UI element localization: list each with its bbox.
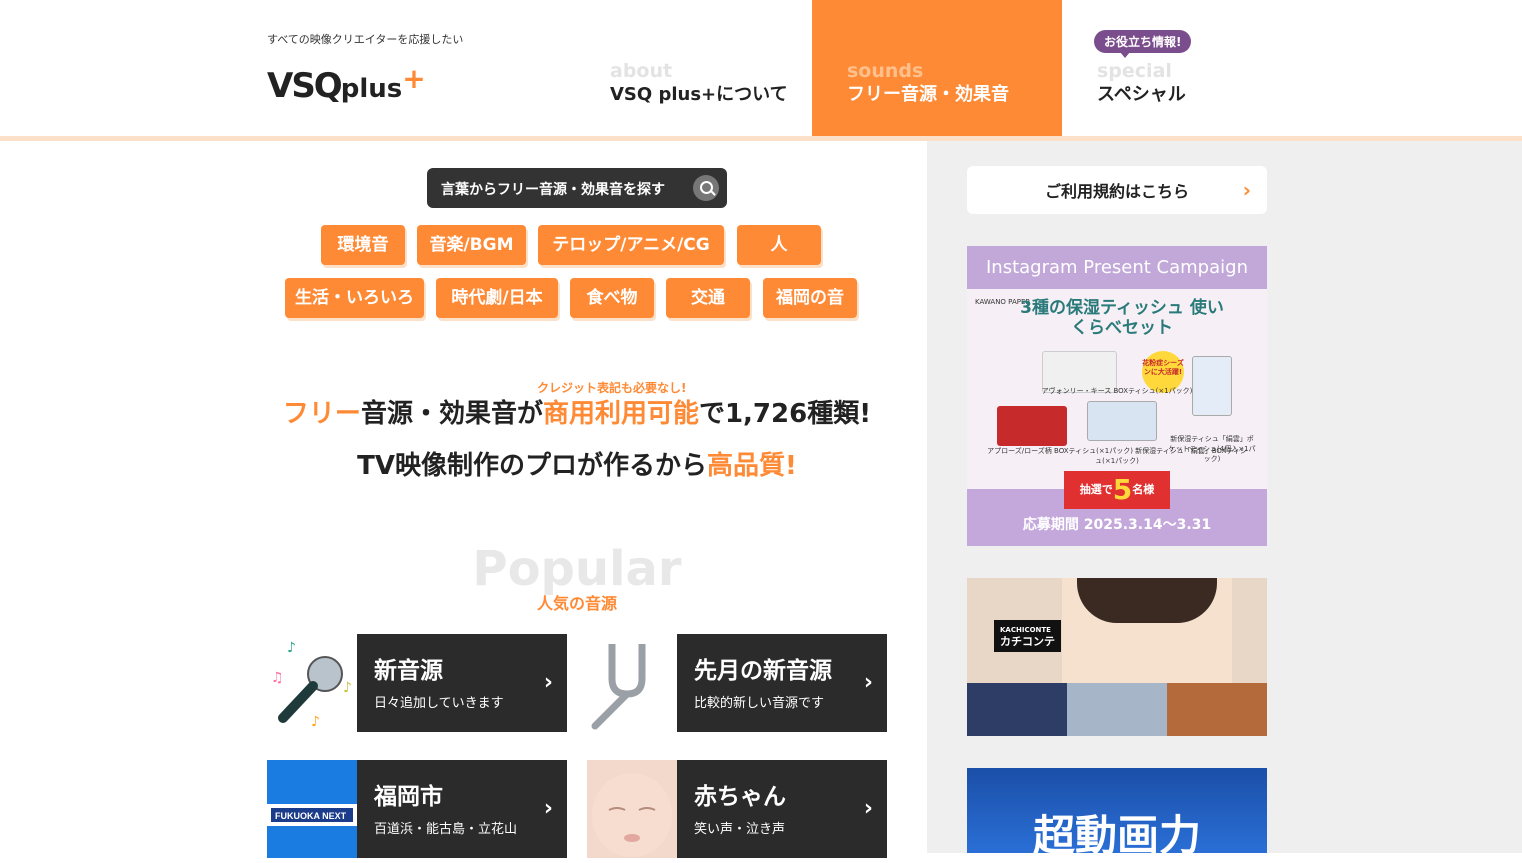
category-food[interactable]: 食べ物 xyxy=(570,278,654,318)
svg-text:♫: ♫ xyxy=(271,670,284,686)
manga-panels xyxy=(967,683,1267,736)
svg-text:♪: ♪ xyxy=(311,714,320,730)
ad1-caption: 新保湿ティシュ「絹雲」ポケットティシュ(4個入×1パック) xyxy=(1168,435,1256,463)
kachiconte-banner[interactable]: KACHICONTE カチコンテ xyxy=(967,578,1267,736)
special-badge: お役立ち情報! xyxy=(1094,30,1192,58)
card-body: 先月の新音源 比較的新しい音源です › xyxy=(677,634,887,732)
category-transport[interactable]: 交通 xyxy=(666,278,750,318)
manga-panel-image xyxy=(1067,683,1167,736)
tagline: すべての映像クリエイターを応援したい xyxy=(267,33,464,46)
card-new-sounds[interactable]: ♪ ♫ ♪ ♪ 新音源 日々追加していきます › xyxy=(267,634,567,732)
card-last-month[interactable]: 先月の新音源 比較的新しい音源です › xyxy=(587,634,887,732)
card-title: 新音源 xyxy=(374,658,443,684)
category-fukuoka[interactable]: 福岡の音 xyxy=(763,278,857,318)
fukuoka-next-logo: FUKUOKA NEXT xyxy=(267,760,357,858)
nav-special-ja: スペシャル xyxy=(1097,84,1186,105)
terms-link[interactable]: ご利用規約はこちら › xyxy=(967,166,1267,214)
catch-quality: 高品質! xyxy=(707,451,797,481)
logo-cross: + xyxy=(402,62,426,95)
site-logo[interactable]: VSQplus+ xyxy=(267,62,426,106)
manga-panel-image xyxy=(1167,683,1267,736)
card-title: 先月の新音源 xyxy=(694,658,832,684)
svg-text:FUKUOKA NEXT: FUKUOKA NEXT xyxy=(275,811,347,821)
catch-text: TV映像制作のプロが作るから xyxy=(357,451,707,481)
site-header: すべての映像クリエイターを応援したい VSQplus+ about VSQ pl… xyxy=(0,0,1522,136)
popular-heading-ja: 人気の音源 xyxy=(536,594,617,613)
category-environment[interactable]: 環境音 xyxy=(321,225,405,265)
tuning-fork-icon xyxy=(587,634,677,732)
search-icon xyxy=(693,175,719,201)
ad1-header: Instagram Present Campaign xyxy=(967,246,1267,289)
terms-label: ご利用規約はこちら xyxy=(1044,182,1189,201)
card-sub: 日々追加していきます xyxy=(374,696,504,711)
catch-count: で1,726種類! xyxy=(698,399,872,429)
nav-sounds-ja: フリー音源・効果音 xyxy=(847,84,1009,105)
card-body: 福岡市 百道浜・能古島・立花山 › xyxy=(357,760,567,858)
svg-text:♪: ♪ xyxy=(343,680,352,696)
catch-free: フリー xyxy=(282,399,361,429)
card-title: 福岡市 xyxy=(374,784,443,810)
nav-about-ja: VSQ plus+について xyxy=(610,84,788,105)
instagram-campaign-banner[interactable]: Instagram Present Campaign KAWANO PAPER … xyxy=(967,246,1267,546)
chevron-right-icon: › xyxy=(863,670,873,695)
nav-special[interactable]: special スペシャル xyxy=(1097,0,1297,136)
ad1-caption: アヴォンリー・キース BOXティシュ(×1パック) xyxy=(1041,387,1193,395)
nav-about[interactable]: about VSQ plus+について xyxy=(610,0,800,136)
chevron-right-icon: › xyxy=(863,796,873,821)
microphone-icon: ♪ ♫ ♪ ♪ xyxy=(267,634,357,732)
chevron-right-icon: › xyxy=(1242,178,1251,202)
baby-photo xyxy=(587,760,677,858)
card-fukuoka[interactable]: FUKUOKA NEXT 福岡市 百道浜・能古島・立花山 › xyxy=(267,760,567,858)
douga-banner[interactable]: 超動画力 xyxy=(967,768,1267,860)
category-telop-anime-cg[interactable]: テロップ/アニメ/CG xyxy=(538,225,724,265)
card-body: 新音源 日々追加していきます › xyxy=(357,634,567,732)
ad1-sticker-text: 花粉症シーズンに大活躍! xyxy=(1142,359,1184,376)
category-jidaigeki[interactable]: 時代劇/日本 xyxy=(436,278,558,318)
category-music-bgm[interactable]: 音楽/BGM xyxy=(417,225,526,265)
search-button[interactable]: 言葉からフリー音源・効果音を探す xyxy=(427,168,727,208)
logo-main: VSQ xyxy=(267,66,343,106)
ad1-prize-l: 抽選で xyxy=(1079,483,1113,496)
catch-commercial: 商用利用可能 xyxy=(542,399,699,429)
card-sub: 笑い声・泣き声 xyxy=(694,822,786,837)
catchcopy-line1: フリー音源・効果音が商用利用可能で1,726種類! xyxy=(267,393,887,430)
svg-text:♪: ♪ xyxy=(287,640,296,656)
nav-sounds[interactable]: sounds フリー音源・効果音 xyxy=(812,0,1062,136)
ad2-tag-ja: カチコンテ xyxy=(1000,635,1055,648)
popular-heading-en: Popular xyxy=(472,541,682,597)
nav-sounds-en: sounds xyxy=(847,60,924,82)
card-sub: 百道浜・能古島・立花山 xyxy=(374,822,518,837)
tissue-box-image xyxy=(997,406,1067,446)
nav-special-en: special xyxy=(1097,60,1172,82)
chevron-right-icon: › xyxy=(543,670,553,695)
ad1-date: 応募期間 2025.3.14〜3.31 xyxy=(1022,517,1212,533)
catch-text: 音源・効果音が xyxy=(360,399,543,429)
catchcopy-line2: TV映像制作のプロが作るから高品質! xyxy=(267,445,887,482)
search-label: 言葉からフリー音源・効果音を探す xyxy=(441,182,665,198)
chevron-right-icon: › xyxy=(543,796,553,821)
card-body: 赤ちゃん 笑い声・泣き声 › xyxy=(677,760,887,858)
category-people[interactable]: 人 xyxy=(737,225,821,265)
tissue-box-image xyxy=(1087,401,1157,441)
ad1-prize-r: 名様 xyxy=(1132,483,1155,496)
ad1-prize-n: 5 xyxy=(1112,473,1133,506)
manga-hair-image xyxy=(1077,578,1217,623)
logo-plus: plus xyxy=(340,74,403,104)
ad1-title: 3種の保湿ティッシュ 使いくらべセット xyxy=(1020,298,1224,338)
nav-about-en: about xyxy=(610,60,673,82)
manga-panel-image xyxy=(967,683,1067,736)
card-baby[interactable]: 赤ちゃん 笑い声・泣き声 › xyxy=(587,760,887,858)
card-title: 赤ちゃん xyxy=(694,784,786,810)
kachiconte-logo: KACHICONTE カチコンテ xyxy=(994,620,1061,652)
category-life[interactable]: 生活・いろいろ xyxy=(285,278,424,318)
ad1-prize-badge: 抽選で5名様 xyxy=(1064,471,1170,509)
card-sub: 比較的新しい音源です xyxy=(694,696,825,711)
